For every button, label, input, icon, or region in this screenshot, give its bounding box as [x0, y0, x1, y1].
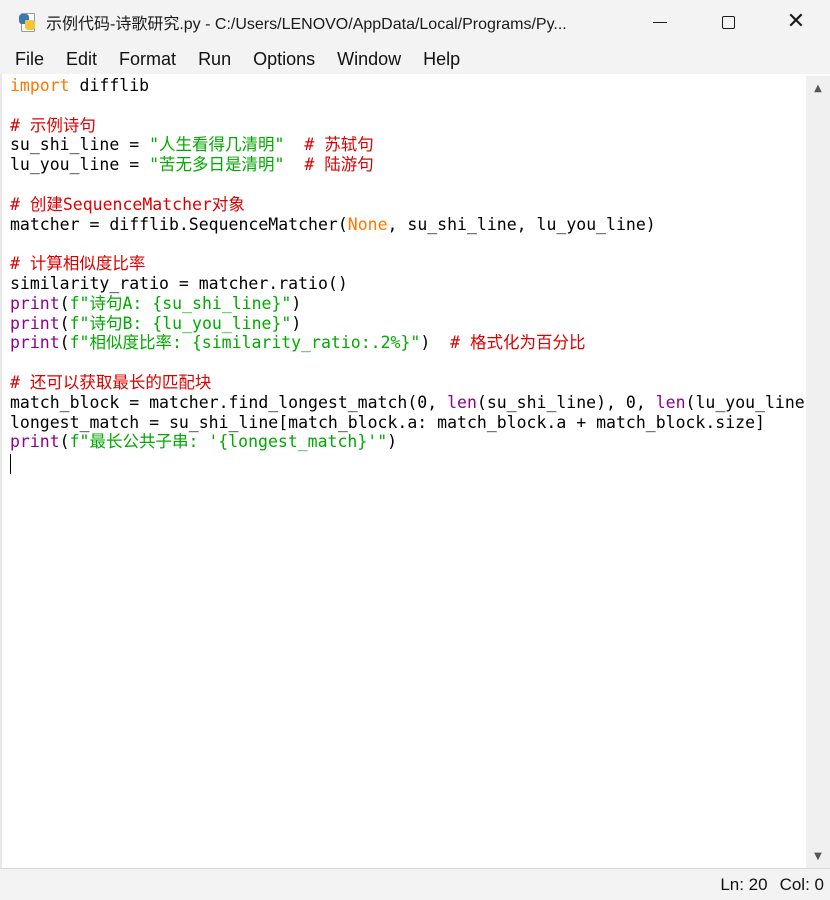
code-line: # 计算相似度比率 [8, 254, 804, 274]
code-token: (lu_you_line [685, 392, 804, 412]
menu-edit[interactable]: Edit [66, 49, 97, 70]
code-token: su_shi_line = [10, 135, 150, 155]
code-line: longest_match = su_shi_line[match_block.… [8, 413, 804, 433]
close-icon: ✕ [786, 9, 806, 34]
code-line: # 还可以获取最长的匹配块 [8, 373, 804, 393]
code-token: , su_shi_line, lu_you_line) [387, 214, 656, 234]
code-token: ) [291, 293, 302, 313]
status-column-number: Col: 0 [779, 874, 824, 894]
window-left-edge [0, 74, 2, 868]
code-token: ) [291, 313, 302, 333]
code-token: (su_shi_line), 0, [476, 392, 656, 412]
maximize-icon [721, 15, 735, 29]
code-token: print [10, 333, 60, 353]
code-token: print [10, 313, 60, 333]
code-token: similarity_ratio = matcher.ratio() [10, 273, 348, 293]
code-line: su_shi_line = "人生看得几清明" # 苏轼句 [8, 135, 804, 155]
minimize-icon [653, 21, 667, 23]
code-token: # 苏轼句 [304, 135, 374, 155]
status-line-number: Ln: 20 [720, 874, 768, 894]
code-line: import difflib [8, 76, 804, 96]
code-line: matcher = difflib.SequenceMatcher(None, … [8, 215, 804, 235]
text-cursor [10, 454, 11, 474]
code-token: longest_match = su_shi_line[match_block.… [10, 412, 765, 432]
code-token: match_block = matcher.find_longest_match… [10, 392, 448, 412]
code-token: "人生看得几清明" [149, 135, 285, 155]
code-token: lu_you_line = [10, 155, 150, 175]
idle-editor-window: 示例代码-诗歌研究.py - C:/Users/LENOVO/AppData/L… [0, 0, 830, 900]
code-token: f"相似度比率: {similarity_ratio:.2%}" [69, 333, 421, 353]
code-token: # 格式化为百分比 [450, 333, 586, 353]
code-line: print(f"诗句A: {su_shi_line}") [8, 294, 804, 314]
menu-options[interactable]: Options [253, 49, 315, 70]
code-line: similarity_ratio = matcher.ratio() [8, 274, 804, 294]
code-token: ( [59, 313, 70, 333]
code-token: matcher = difflib.SequenceMatcher( [10, 214, 348, 234]
title-bar[interactable]: 示例代码-诗歌研究.py - C:/Users/LENOVO/AppData/L… [0, 0, 830, 44]
code-token: # 示例诗句 [10, 115, 96, 135]
code-line: # 示例诗句 [8, 116, 804, 136]
window-controls: ✕ [626, 0, 830, 44]
code-token: print [10, 432, 60, 452]
python-file-icon [18, 13, 36, 32]
code-token: ) [420, 333, 451, 353]
close-button[interactable]: ✕ [762, 0, 830, 44]
menu-help[interactable]: Help [423, 49, 460, 70]
menu-run[interactable]: Run [198, 49, 231, 70]
code-token: "苦无多日是清明" [149, 155, 285, 175]
code-line: print(f"相似度比率: {similarity_ratio:.2%}") … [8, 333, 804, 353]
code-token: f"最长公共子串: '{longest_match}'" [69, 432, 388, 452]
menu-file[interactable]: File [15, 49, 44, 70]
code-token: ( [59, 293, 70, 313]
code-token: len [447, 392, 477, 412]
menu-format[interactable]: Format [119, 49, 176, 70]
code-line: print(f"最长公共子串: '{longest_match}'") [8, 432, 804, 452]
vertical-scrollbar[interactable]: ▲ ▼ [806, 76, 830, 868]
code-token: # 还可以获取最长的匹配块 [10, 372, 212, 392]
code-token: f"诗句B: {lu_you_line}" [69, 313, 292, 333]
code-editor[interactable]: import difflib # 示例诗句 su_shi_line = "人生看得… [8, 76, 804, 868]
code-token: ( [59, 432, 70, 452]
code-token: ( [59, 333, 70, 353]
code-token: difflib [69, 76, 150, 95]
scroll-up-icon[interactable]: ▲ [806, 78, 830, 98]
minimize-button[interactable] [626, 0, 694, 44]
maximize-button[interactable] [694, 0, 762, 44]
code-token: # 创建SequenceMatcher对象 [10, 194, 245, 214]
code-line: # 创建SequenceMatcher对象 [8, 195, 804, 215]
code-line: print(f"诗句B: {lu_you_line}") [8, 314, 804, 334]
window-title: 示例代码-诗歌研究.py - C:/Users/LENOVO/AppData/L… [46, 16, 567, 33]
code-line: match_block = matcher.find_longest_match… [8, 393, 804, 413]
code-token: print [10, 293, 60, 313]
code-token: None [347, 214, 388, 234]
code-token: # 计算相似度比率 [10, 254, 146, 274]
menu-bar: File Edit Format Run Options Window Help [0, 44, 830, 74]
status-bar: Ln: 20 Col: 0 [0, 868, 830, 900]
code-token: import [10, 76, 70, 95]
menu-window[interactable]: Window [337, 49, 401, 70]
code-token: # 陆游句 [304, 155, 374, 175]
scroll-down-icon[interactable]: ▼ [806, 846, 830, 866]
code-token: ) [387, 432, 398, 452]
code-line: lu_you_line = "苦无多日是清明" # 陆游句 [8, 155, 804, 175]
code-token: f"诗句A: {su_shi_line}" [69, 293, 292, 313]
code-token: len [655, 392, 686, 412]
